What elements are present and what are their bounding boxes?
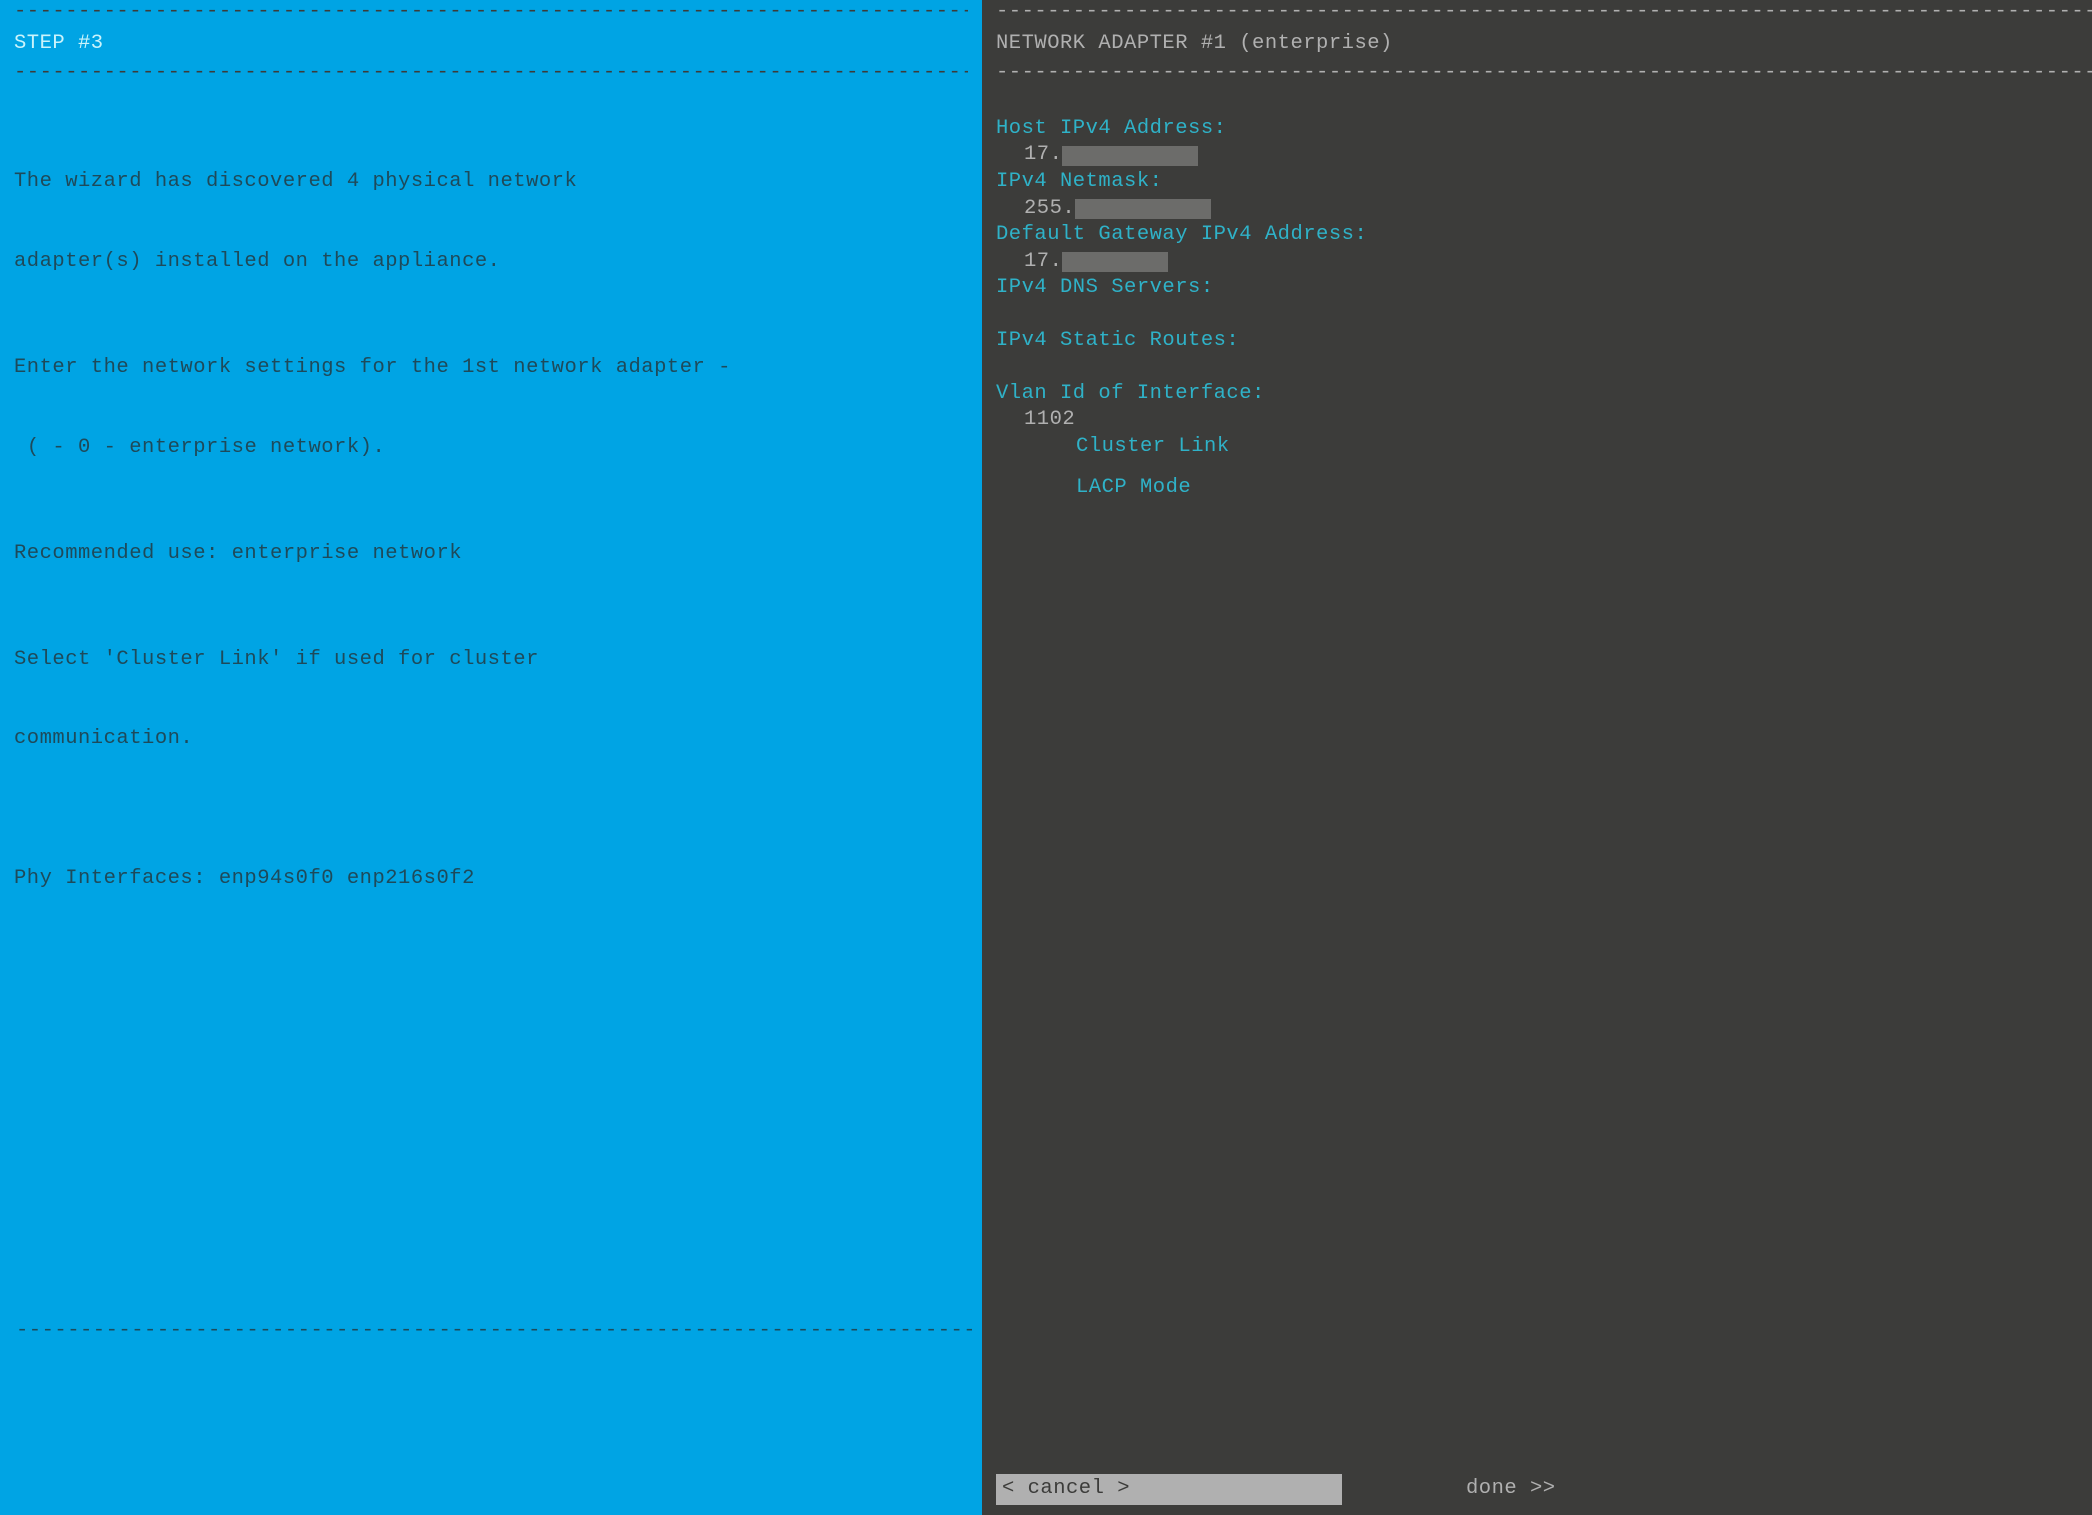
left-pane: ----------------------------------------… <box>0 0 982 1515</box>
netmask-prefix: 255. <box>1024 196 1075 223</box>
instruction-line-4: ( - 0 - enterprise network). <box>14 435 968 462</box>
instruction-line-2: adapter(s) installed on the appliance. <box>14 249 968 276</box>
host-ip-prefix: 17. <box>1024 142 1062 169</box>
netmask-label: IPv4 Netmask: <box>996 169 2092 196</box>
host-ip-field[interactable]: 17. <box>996 142 2092 169</box>
static-routes-label: IPv4 Static Routes: <box>996 328 2092 355</box>
wizard-screen: ----------------------------------------… <box>0 0 2092 1515</box>
instruction-line-3: Enter the network settings for the 1st n… <box>14 355 968 382</box>
dns-group: IPv4 DNS Servers: <box>996 275 2092 328</box>
footer-nav: < cancel > done >> next >> <box>996 1474 2092 1505</box>
instruction-line-7: communication. <box>14 726 968 753</box>
network-form: Host IPv4 Address: 17. IPv4 Netmask: 255… <box>996 84 2092 502</box>
instruction-line-6: Select 'Cluster Link' if used for cluste… <box>14 647 968 674</box>
lacp-mode-option[interactable]: LACP Mode <box>996 475 2092 502</box>
gateway-field[interactable]: 17. <box>996 249 2092 276</box>
instruction-line-1: The wizard has discovered 4 physical net… <box>14 169 968 196</box>
static-routes-field[interactable] <box>996 355 2092 381</box>
left-top-border: ----------------------------------------… <box>14 0 968 23</box>
netmask-group: IPv4 Netmask: 255. <box>996 169 2092 222</box>
gateway-prefix: 17. <box>1024 249 1062 276</box>
phy-interfaces: Phy Interfaces: enp94s0f0 enp216s0f2 <box>14 866 968 893</box>
netmask-redacted <box>1075 199 1211 219</box>
gateway-group: Default Gateway IPv4 Address: 17. <box>996 222 2092 275</box>
vlan-label: Vlan Id of Interface: <box>996 381 2092 408</box>
step-title: STEP #3 <box>14 23 968 64</box>
gateway-redacted <box>1062 252 1168 272</box>
gateway-label: Default Gateway IPv4 Address: <box>996 222 2092 249</box>
instruction-line-5: Recommended use: enterprise network <box>14 541 968 568</box>
netmask-field[interactable]: 255. <box>996 196 2092 223</box>
dns-field[interactable] <box>996 302 2092 328</box>
instruction-text: The wizard has discovered 4 physical net… <box>14 84 968 973</box>
right-top-border: ----------------------------------------… <box>996 0 2092 23</box>
adapter-title: NETWORK ADAPTER #1 (enterprise) <box>996 23 2092 64</box>
cancel-button[interactable]: < cancel > <box>996 1474 1342 1505</box>
host-ip-group: Host IPv4 Address: 17. <box>996 116 2092 169</box>
cluster-link-option[interactable]: Cluster Link <box>996 434 2092 461</box>
host-ip-redacted <box>1062 146 1198 166</box>
right-pane: ----------------------------------------… <box>982 0 2092 1515</box>
vlan-field[interactable]: 1102 <box>996 407 2092 434</box>
static-routes-group: IPv4 Static Routes: <box>996 328 2092 381</box>
right-title-underline: ----------------------------------------… <box>996 63 2092 84</box>
done-button[interactable]: done >> <box>1466 1476 1556 1503</box>
left-title-underline: ----------------------------------------… <box>14 63 968 84</box>
left-bottom-divider: ----------------------------------------… <box>16 1318 972 1345</box>
option-spacer <box>996 461 2092 475</box>
vlan-group: Vlan Id of Interface: 1102 <box>996 381 2092 434</box>
dns-label: IPv4 DNS Servers: <box>996 275 2092 302</box>
host-ip-label: Host IPv4 Address: <box>996 116 2092 143</box>
vlan-value: 1102 <box>1024 407 1075 434</box>
